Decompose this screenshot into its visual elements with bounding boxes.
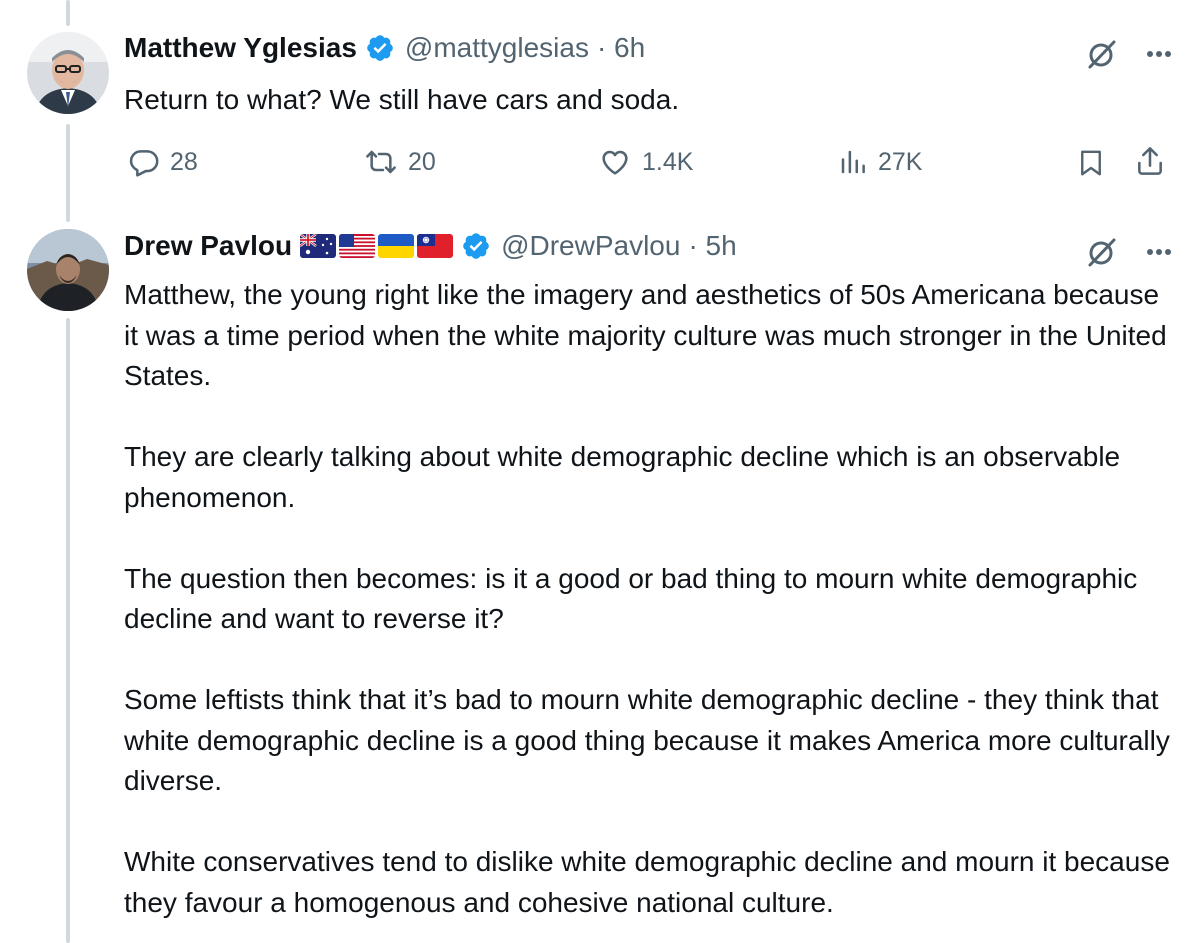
tweet-paragraph: They are clearly talking about white dem…	[124, 441, 1121, 513]
reply-icon	[129, 150, 159, 177]
share-button[interactable]	[1134, 144, 1166, 178]
flag-emojis	[300, 234, 454, 258]
views-icon	[841, 150, 865, 174]
verified-icon	[367, 35, 393, 61]
tweet-header: Matthew Yglesias @mattyglesias · 6h	[124, 32, 645, 64]
tweet-top-actions	[1086, 38, 1172, 70]
like-count: 1.4K	[642, 147, 694, 176]
reply-button[interactable]: 28	[128, 146, 198, 178]
more-icon[interactable]	[1146, 50, 1172, 58]
share-icon	[1138, 147, 1162, 175]
avatar[interactable]	[27, 32, 109, 114]
tweet-paragraph: White conservatives tend to dislike whit…	[124, 846, 1170, 918]
tweet-paragraph: Return to what? We still have cars and s…	[124, 84, 680, 115]
avatar-photo	[27, 229, 109, 311]
views-button[interactable]: 27K	[838, 146, 922, 178]
like-button[interactable]: 1.4K	[598, 146, 693, 178]
like-icon	[602, 150, 628, 175]
reply-count: 28	[170, 147, 198, 176]
thread-line-top	[66, 0, 70, 26]
tweet-header: Drew Pavlou @DrewPavlou · 5h	[124, 230, 737, 262]
taiwan-flag-icon	[417, 234, 454, 258]
tweet-text: Matthew, the young right like the imager…	[124, 275, 1174, 923]
author-handle[interactable]: @DrewPavlou	[501, 230, 680, 262]
avatar-photo	[27, 32, 109, 114]
tweet-action-bar: 28 20 1.4K 27K	[124, 142, 1174, 186]
views-count: 27K	[878, 147, 923, 176]
verified-icon	[463, 233, 489, 259]
author-handle[interactable]: @mattyglesias	[405, 32, 589, 64]
australia-flag-icon	[300, 234, 337, 258]
tweet-paragraph: The question then becomes: is it a good …	[124, 562, 1138, 635]
thread-line-middle	[66, 124, 70, 222]
tweet-paragraph: Matthew, the young right like the imager…	[124, 279, 1167, 391]
grok-icon[interactable]	[1086, 236, 1118, 268]
tweet-top-actions	[1086, 236, 1172, 268]
grok-icon[interactable]	[1086, 38, 1118, 70]
more-icon[interactable]	[1146, 248, 1172, 256]
author-name[interactable]: Matthew Yglesias	[124, 32, 357, 64]
retweet-count: 20	[408, 147, 436, 176]
avatar[interactable]	[27, 229, 109, 311]
author-name[interactable]: Drew Pavlou	[124, 230, 292, 262]
thread-line-bottom	[66, 318, 70, 943]
bookmark-icon	[1081, 150, 1101, 176]
retweet-icon	[366, 150, 396, 174]
retweet-button[interactable]: 20	[364, 146, 436, 178]
tweet-paragraph: Some leftists think that it’s bad to mou…	[124, 684, 1170, 796]
tweet-timestamp[interactable]: · 6h	[597, 32, 645, 64]
tweet-timestamp[interactable]: · 5h	[688, 230, 736, 262]
tweet-text: Return to what? We still have cars and s…	[124, 80, 1164, 121]
usa-flag-icon	[339, 234, 376, 258]
ukraine-flag-icon	[378, 234, 415, 258]
bookmark-button[interactable]	[1076, 146, 1106, 180]
